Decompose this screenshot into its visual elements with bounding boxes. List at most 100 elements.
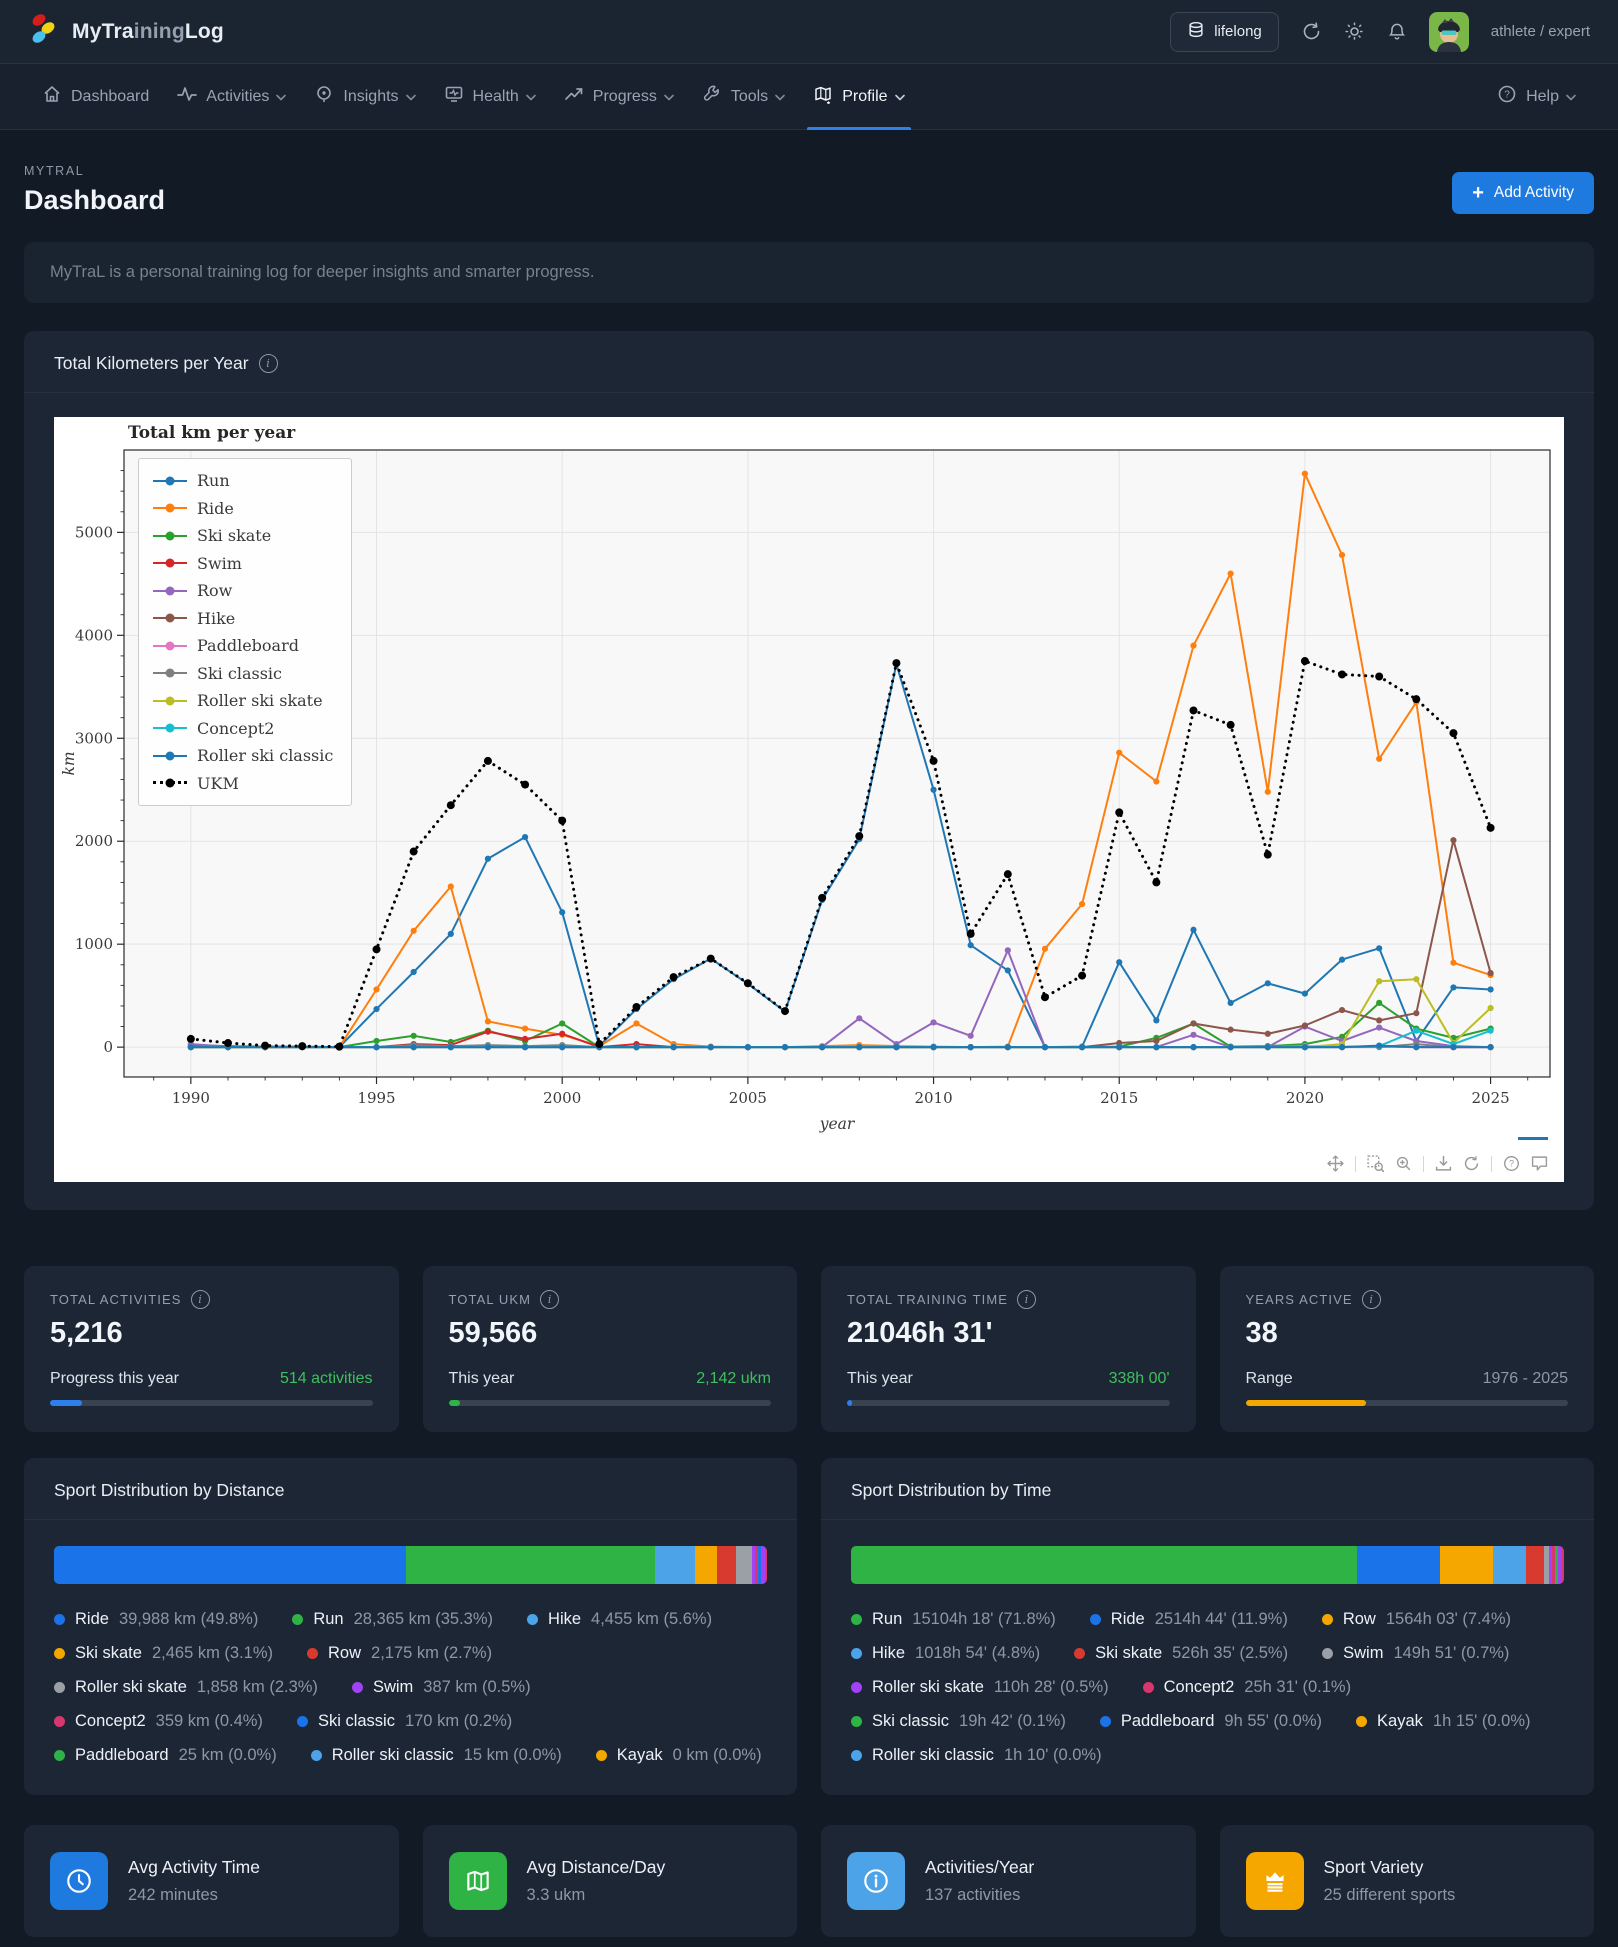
stat-sub-value: 514 activities xyxy=(280,1370,373,1388)
nav-item-progress[interactable]: Progress xyxy=(550,64,688,129)
color-dot-icon xyxy=(1090,1614,1101,1625)
dist-legend-item: Run 15104h 18' (71.8%) xyxy=(851,1610,1056,1629)
dist-legend-item: Ski skate 2,465 km (3.1%) xyxy=(54,1644,273,1663)
wheel-zoom-tool-icon[interactable] xyxy=(1395,1155,1412,1172)
bar-segment-run xyxy=(851,1546,1357,1584)
color-dot-icon xyxy=(352,1682,363,1693)
color-dot-icon xyxy=(851,1614,862,1625)
stat-card-years-active: YEARS ACTIVE i 38 Range 1976 - 2025 xyxy=(1220,1266,1595,1432)
legend-item: Run xyxy=(153,471,333,490)
legend-swatch xyxy=(153,558,187,568)
color-dot-icon xyxy=(1074,1648,1085,1659)
info-icon[interactable]: i xyxy=(1362,1290,1381,1309)
dist-legend-item: Paddleboard 25 km (0.0%) xyxy=(54,1746,277,1765)
plus-icon: + xyxy=(1472,183,1484,203)
notifications-bell-icon[interactable] xyxy=(1387,21,1407,42)
distribution-card-time: Sport Distribution by Time Run 15104h 18… xyxy=(821,1458,1594,1795)
bar-segment-run xyxy=(406,1546,655,1584)
main-nav: DashboardActivitiesInsightsHealthProgres… xyxy=(0,64,1618,130)
nav-item-health[interactable]: Health xyxy=(430,64,550,129)
app-logo-icon xyxy=(28,12,62,51)
legend-swatch xyxy=(153,668,187,678)
help-tool-icon[interactable]: ? xyxy=(1503,1155,1520,1172)
stacked-distribution-bar xyxy=(54,1546,767,1584)
color-dot-icon xyxy=(1322,1648,1333,1659)
dist-legend-item: Roller ski classic 15 km (0.0%) xyxy=(311,1746,562,1765)
theme-sun-icon[interactable] xyxy=(1344,21,1365,42)
dist-legend-item: Kayak 0 km (0.0%) xyxy=(596,1746,762,1765)
nav-item-help[interactable]: ?Help xyxy=(1483,64,1590,129)
info-icon[interactable]: i xyxy=(191,1290,210,1309)
reset-tool-icon[interactable] xyxy=(1463,1155,1480,1172)
dist-legend-item: Kayak 1h 15' (0.0%) xyxy=(1356,1712,1530,1731)
stacked-distribution-bar xyxy=(851,1546,1564,1584)
breadcrumb-eyebrow: MYTRAL xyxy=(24,164,165,178)
info-icon[interactable]: i xyxy=(1017,1290,1036,1309)
nav-item-tools[interactable]: Tools xyxy=(688,64,799,129)
mini-card-avg-distance-day: Avg Distance/Day 3.3 ukm xyxy=(423,1825,798,1937)
health-icon xyxy=(444,84,464,109)
chart-legend[interactable]: RunRideSki skateSwimRowHikePaddleboardSk… xyxy=(138,458,352,806)
app-header: MyTrainingLog lifelong xyxy=(0,0,1618,64)
help-icon: ? xyxy=(1497,84,1517,109)
dist-legend-item: Paddleboard 9h 55' (0.0%) xyxy=(1100,1712,1322,1731)
svg-text:Total km per year: Total km per year xyxy=(128,423,296,443)
svg-text:?: ? xyxy=(1504,90,1510,101)
color-dot-icon xyxy=(311,1750,322,1761)
nav-item-dashboard[interactable]: Dashboard xyxy=(28,64,163,129)
dist-legend-item: Run 28,365 km (35.3%) xyxy=(292,1610,493,1629)
legend-item: Concept2 xyxy=(153,719,333,738)
legend-item: Ski skate xyxy=(153,526,333,545)
map-icon xyxy=(813,84,833,109)
map-icon xyxy=(449,1852,507,1910)
stat-progress-bar xyxy=(1246,1400,1569,1406)
legend-item: UKM xyxy=(153,774,333,793)
dist-legend-item: Ride 39,988 km (49.8%) xyxy=(54,1610,258,1629)
svg-text:5000: 5000 xyxy=(75,523,113,541)
km-per-year-chart[interactable]: 0100020003000400050001990199520002005201… xyxy=(54,417,1564,1182)
nav-item-profile[interactable]: Profile xyxy=(799,64,918,129)
color-dot-icon xyxy=(1322,1614,1333,1625)
box-zoom-tool-icon[interactable] xyxy=(1367,1155,1384,1172)
save-tool-icon[interactable] xyxy=(1435,1155,1452,1172)
legend-item: Ride xyxy=(153,499,333,518)
sync-icon[interactable] xyxy=(1301,21,1322,42)
intro-banner: MyTraL is a personal training log for de… xyxy=(24,242,1594,303)
legend-item: Roller ski classic xyxy=(153,746,333,765)
chevron-down-icon xyxy=(406,88,416,106)
dist-legend-item: Ride 2514h 44' (11.9%) xyxy=(1090,1610,1288,1629)
legend-swatch xyxy=(153,696,187,706)
range-selector-button[interactable]: lifelong xyxy=(1170,12,1279,52)
dist-legend-item: Concept2 359 km (0.4%) xyxy=(54,1712,263,1731)
nav-item-insights[interactable]: Insights xyxy=(300,64,429,129)
chevron-down-icon xyxy=(276,88,286,106)
user-avatar[interactable] xyxy=(1429,12,1469,52)
dist-legend-item: Hike 1018h 54' (4.8%) xyxy=(851,1644,1040,1663)
bar-segment-hike xyxy=(655,1546,695,1584)
mini-card-sport-variety: Sport Variety 25 different sports xyxy=(1220,1825,1595,1937)
color-dot-icon xyxy=(851,1750,862,1761)
stat-value: 21046h 31' xyxy=(847,1317,1170,1350)
svg-text:0: 0 xyxy=(103,1038,113,1056)
add-activity-button[interactable]: + Add Activity xyxy=(1452,172,1594,214)
brand[interactable]: MyTrainingLog xyxy=(28,12,224,51)
info-icon[interactable]: i xyxy=(540,1290,559,1309)
stat-sub-value: 338h 00' xyxy=(1109,1370,1170,1388)
bar-segment-ski-skate xyxy=(695,1546,717,1584)
insights-icon xyxy=(314,84,334,109)
legend-swatch xyxy=(153,531,187,541)
chart-toolbar: ? xyxy=(1327,1155,1548,1172)
pan-tool-icon[interactable] xyxy=(1327,1155,1344,1172)
stat-card-total-activities: TOTAL ACTIVITIES i 5,216 Progress this y… xyxy=(24,1266,399,1432)
info-icon[interactable]: i xyxy=(259,354,278,373)
legend-swatch xyxy=(153,778,187,788)
svg-text:3000: 3000 xyxy=(75,729,113,747)
nav-item-activities[interactable]: Activities xyxy=(163,64,300,129)
hover-tool-icon[interactable] xyxy=(1531,1155,1548,1172)
stat-value: 38 xyxy=(1246,1317,1569,1350)
svg-text:2005: 2005 xyxy=(729,1089,767,1107)
svg-text:1000: 1000 xyxy=(75,935,113,953)
crown-icon xyxy=(1246,1852,1304,1910)
color-dot-icon xyxy=(851,1648,862,1659)
toolbar-separator xyxy=(1491,1156,1492,1172)
